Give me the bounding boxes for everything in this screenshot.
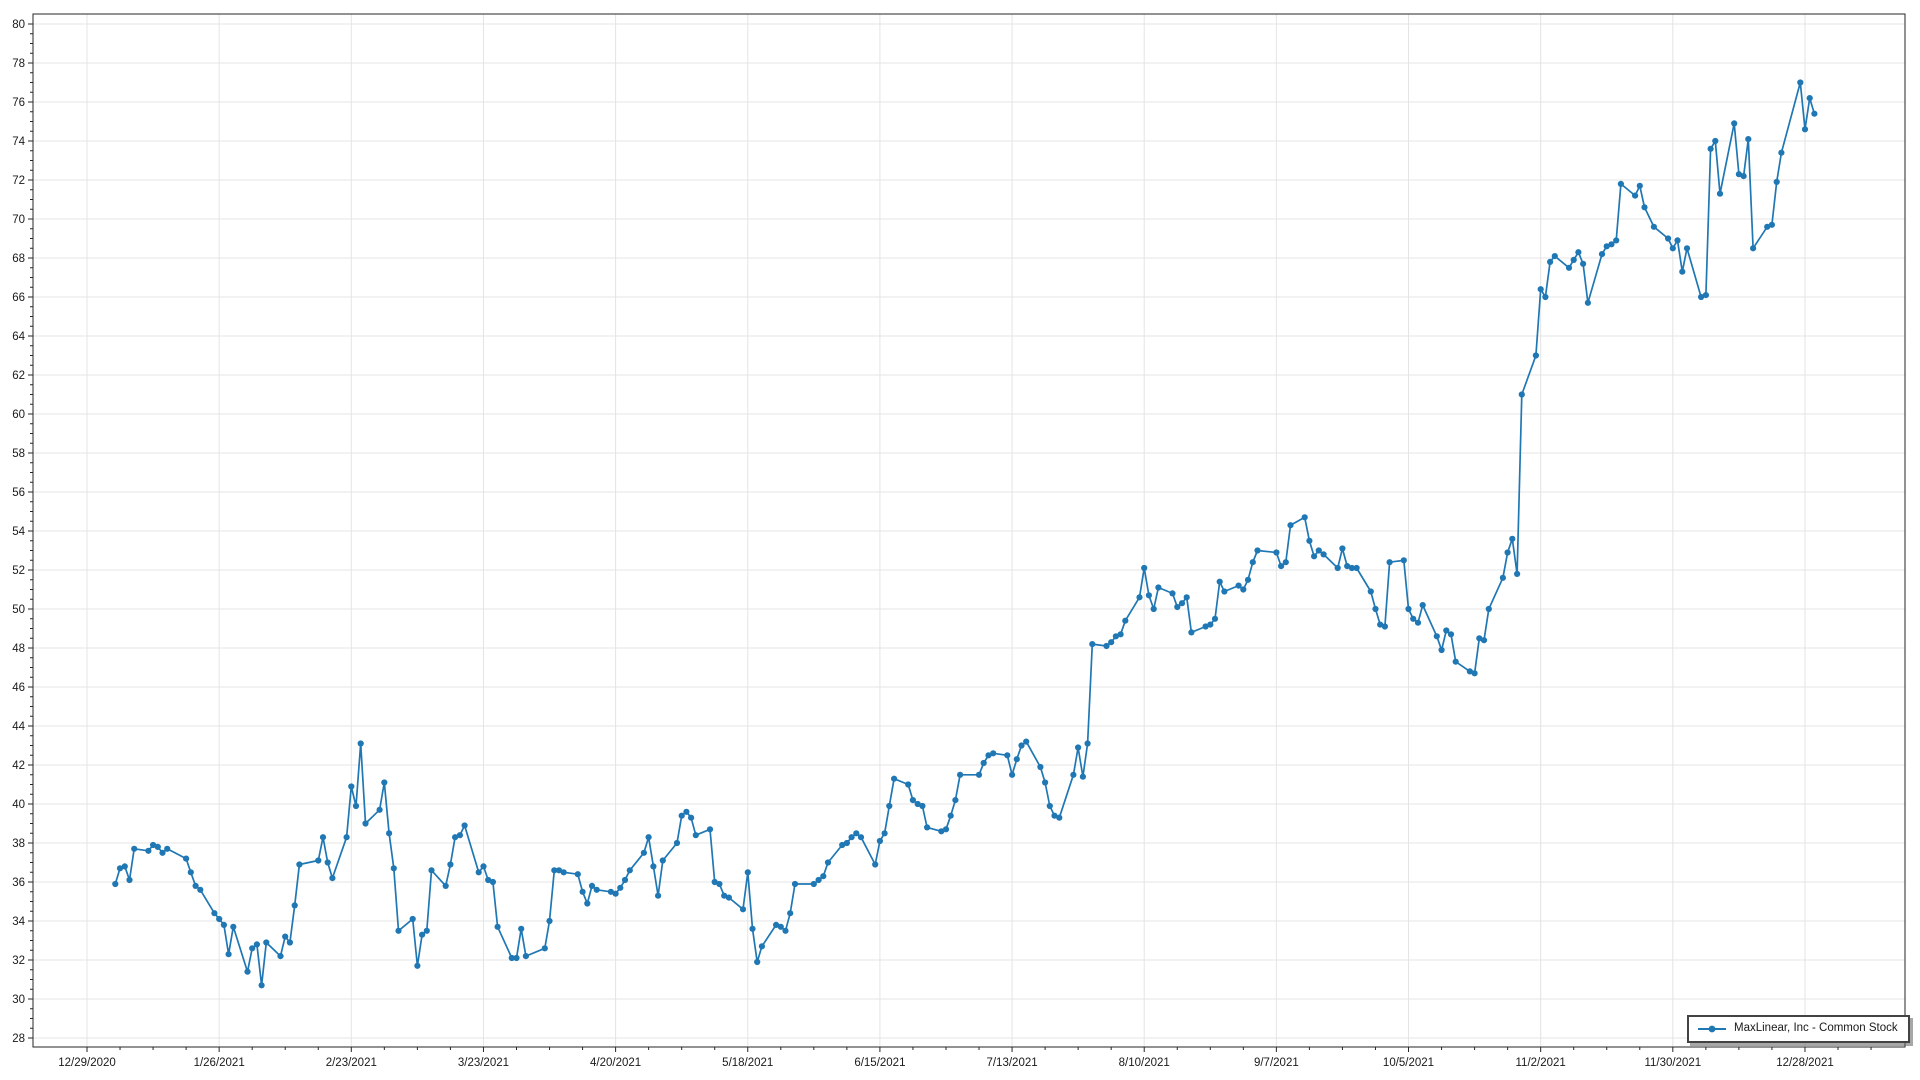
svg-text:52: 52 (12, 565, 25, 577)
legend-series-label: MaxLinear, Inc - Common Stock (1734, 1023, 1898, 1035)
svg-text:56: 56 (12, 487, 25, 499)
svg-text:58: 58 (12, 448, 25, 460)
legend-box: MaxLinear, Inc - Common Stock (1687, 1015, 1910, 1043)
svg-text:5/18/2021: 5/18/2021 (722, 1057, 773, 1069)
svg-text:48: 48 (12, 643, 25, 655)
svg-text:1/26/2021: 1/26/2021 (194, 1057, 245, 1069)
svg-text:12/29/2020: 12/29/2020 (58, 1057, 116, 1069)
svg-text:3/23/2021: 3/23/2021 (458, 1057, 509, 1069)
svg-text:54: 54 (12, 526, 25, 538)
svg-text:36: 36 (12, 877, 25, 889)
svg-text:8/10/2021: 8/10/2021 (1119, 1057, 1170, 1069)
svg-text:2/23/2021: 2/23/2021 (326, 1057, 377, 1069)
svg-text:78: 78 (12, 58, 25, 70)
svg-text:30: 30 (12, 994, 25, 1006)
svg-text:68: 68 (12, 253, 25, 265)
svg-text:62: 62 (12, 370, 25, 382)
svg-text:32: 32 (12, 955, 25, 967)
svg-text:44: 44 (12, 721, 25, 733)
svg-text:34: 34 (12, 916, 25, 928)
svg-text:28: 28 (12, 1033, 25, 1045)
svg-text:70: 70 (12, 214, 25, 226)
svg-text:11/30/2021: 11/30/2021 (1644, 1057, 1701, 1069)
svg-text:80: 80 (12, 19, 25, 31)
stock-price-chart: 28 30 32 34 36 38 40 42 44 46 48 50 52 54 56 58 60 62 64 66… (0, 0, 1920, 1080)
svg-text:9/7/2021: 9/7/2021 (1254, 1057, 1299, 1069)
svg-text:7/13/2021: 7/13/2021 (986, 1057, 1037, 1069)
svg-text:12/28/2021: 12/28/2021 (1776, 1057, 1834, 1069)
gridlines (33, 14, 1905, 1047)
svg-text:72: 72 (12, 175, 25, 187)
axes (28, 14, 1905, 1052)
svg-text:60: 60 (12, 409, 25, 421)
svg-text:10/5/2021: 10/5/2021 (1383, 1057, 1434, 1069)
svg-text:76: 76 (12, 97, 25, 109)
y-axis-tick-labels: 28 30 32 34 36 38 40 42 44 46 48 50 52 54 56 58 60 62 64 66… (12, 19, 25, 1045)
svg-text:4/20/2021: 4/20/2021 (590, 1057, 641, 1069)
svg-text:42: 42 (12, 760, 25, 772)
chart-window: 28 30 32 34 36 38 40 42 44 46 48 50 52 54 56 58 60 62 64 66… (0, 0, 1920, 1080)
svg-text:64: 64 (12, 331, 25, 343)
svg-text:50: 50 (12, 604, 25, 616)
svg-text:40: 40 (12, 799, 25, 811)
series-marker-icon (1697, 1024, 1727, 1034)
svg-text:38: 38 (12, 838, 25, 850)
svg-text:74: 74 (12, 136, 25, 148)
data-point-markers (112, 79, 1817, 988)
svg-text:6/15/2021: 6/15/2021 (854, 1057, 905, 1069)
svg-text:11/2/2021: 11/2/2021 (1516, 1057, 1566, 1069)
svg-text:46: 46 (12, 682, 25, 694)
x-axis-tick-labels: 12/29/2020 1/26/2021 2/23/2021 3/23/2021 4/2… (58, 1057, 1834, 1069)
price-line (115, 83, 1814, 986)
svg-text:66: 66 (12, 292, 25, 304)
